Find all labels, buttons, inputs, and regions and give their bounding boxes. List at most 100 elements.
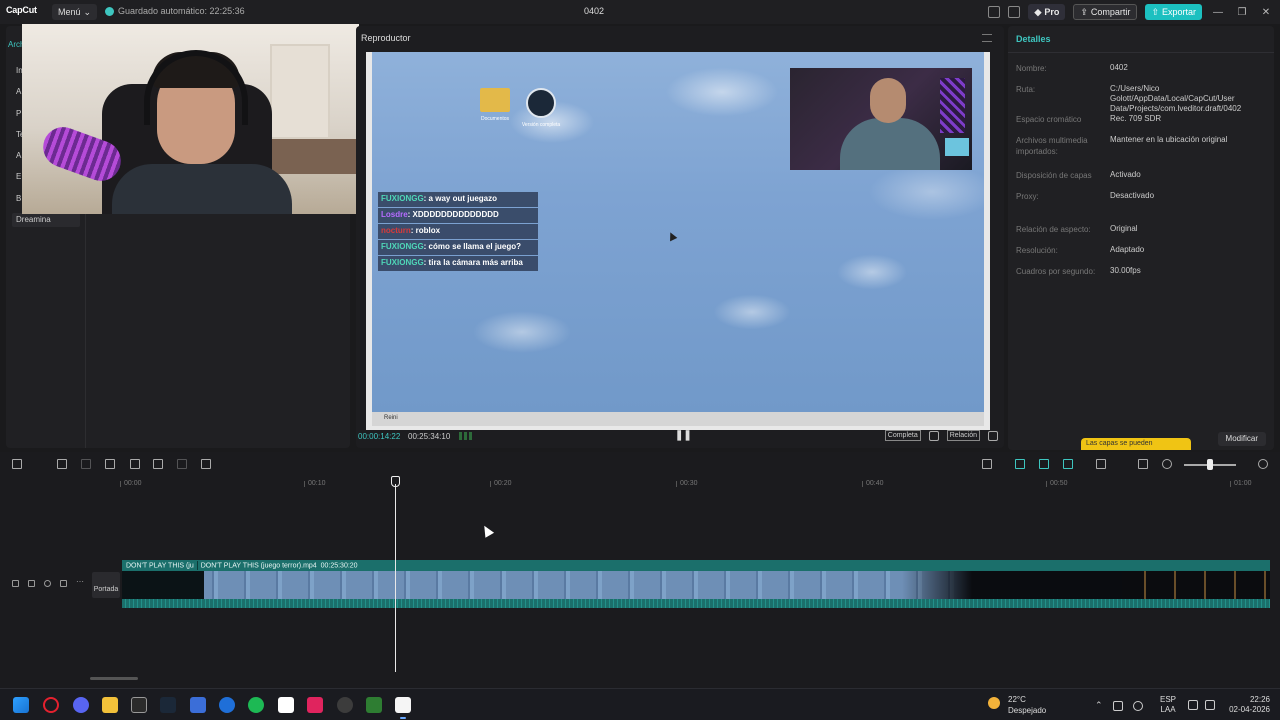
network-tray-icon[interactable] xyxy=(1132,700,1143,711)
track-expand-icon[interactable] xyxy=(12,580,19,587)
timecode-grid-icon[interactable] xyxy=(459,432,473,440)
auto-snap-icon[interactable] xyxy=(1039,459,1049,469)
chevron-up-icon[interactable]: ⌃ xyxy=(1095,700,1103,711)
nav-item-7[interactable]: B xyxy=(16,194,21,203)
system-tray: ⌃ xyxy=(1095,700,1143,711)
audio-waveform[interactable] xyxy=(122,599,1270,608)
details-title: Detalles xyxy=(1016,34,1051,44)
zoom-in-icon[interactable] xyxy=(1258,459,1268,469)
video-clip-thumbnails[interactable] xyxy=(122,571,1270,599)
chat-text: : a way out juegazo xyxy=(423,194,498,203)
shortcuts-icon[interactable] xyxy=(1008,6,1021,18)
weather-widget[interactable]: 22°C Despejado xyxy=(988,694,1046,716)
detail-value: Mantener en la ubicación original xyxy=(1110,135,1228,144)
chrome-icon[interactable] xyxy=(337,697,353,713)
nav-item-dreamina[interactable]: Dreamina xyxy=(12,213,80,227)
aspect-ratio-button[interactable]: Relación xyxy=(946,430,980,441)
minimize-icon[interactable]: — xyxy=(1210,7,1226,18)
wifi-icon[interactable] xyxy=(1188,700,1198,710)
lang-top: ESP xyxy=(1160,695,1177,704)
detail-label: Ruta: xyxy=(1016,85,1036,94)
discord-icon[interactable] xyxy=(73,697,89,713)
export-button[interactable]: ⇧ Exportar xyxy=(1145,4,1202,20)
chat-message: FUXIONGG: a way out juegazo xyxy=(378,192,538,207)
windows-start-icon[interactable] xyxy=(13,697,29,713)
cover-button[interactable]: Portada xyxy=(92,572,120,598)
shield-icon[interactable] xyxy=(201,459,211,469)
facecam-face xyxy=(870,78,906,123)
nav-item-3[interactable]: P xyxy=(16,109,21,118)
split-icon[interactable] xyxy=(105,459,115,469)
snapshot-icon[interactable] xyxy=(928,430,939,441)
eye-icon[interactable] xyxy=(44,580,51,587)
close-icon[interactable]: ✕ xyxy=(1258,7,1274,18)
nav-item-2[interactable]: A xyxy=(16,87,21,96)
zoom-out-icon[interactable] xyxy=(1162,459,1172,469)
volume-icon[interactable] xyxy=(60,580,67,587)
video-preview[interactable]: Documentos Versión completa FUXIONGG: a … xyxy=(366,52,990,430)
tiktok-icon[interactable] xyxy=(307,697,323,713)
player-panel: Reproductor Documentos Versión completa … xyxy=(356,26,1004,448)
modify-button[interactable]: Modificar xyxy=(1217,432,1266,446)
lock-icon[interactable] xyxy=(28,580,35,587)
app-logo: CapCut xyxy=(6,5,37,15)
detail-label: Nombre: xyxy=(1016,64,1047,73)
chevron-down-icon: ⌄ xyxy=(83,6,92,17)
chat-user: FUXIONGG xyxy=(381,242,424,251)
capcut-secondary-icon[interactable] xyxy=(278,697,294,713)
pro-button[interactable]: ◆ Pro xyxy=(1028,4,1066,20)
capcut-icon[interactable] xyxy=(395,697,411,719)
input-language[interactable]: ESP LAA xyxy=(1160,695,1176,715)
full-quality-button[interactable]: Completa xyxy=(884,430,921,441)
undo-icon[interactable] xyxy=(57,459,67,469)
steam-taskbar-icon[interactable] xyxy=(160,697,176,713)
hamburger-icon[interactable] xyxy=(982,34,992,42)
spotify-icon[interactable] xyxy=(248,697,264,713)
moon-icon xyxy=(988,697,1000,709)
video-clip-header[interactable]: DON'T PLAY THIS (ju DON'T PLAY THIS (jueg… xyxy=(122,560,1270,571)
select-tool-icon[interactable] xyxy=(12,459,22,469)
detail-label: Proxy: xyxy=(1016,192,1039,201)
edge-icon[interactable] xyxy=(219,697,235,713)
nav-item-6[interactable]: E xyxy=(16,172,21,181)
opera-icon[interactable] xyxy=(43,697,59,713)
fullscreen-icon[interactable] xyxy=(988,430,998,441)
restore-icon[interactable]: ❐ xyxy=(1234,7,1250,18)
detail-value: Original xyxy=(1110,224,1138,233)
mic-tray-icon[interactable] xyxy=(1112,700,1123,711)
microphone-record-icon[interactable] xyxy=(982,459,992,469)
menu-button[interactable]: Menú ⌄ xyxy=(52,4,98,20)
file-explorer-icon[interactable] xyxy=(102,697,118,713)
trim-right-icon[interactable] xyxy=(153,459,163,469)
horizontal-scrollbar[interactable] xyxy=(90,677,138,680)
roblox-icon[interactable] xyxy=(190,697,206,713)
system-clock[interactable]: 22:26 02-04-2026 xyxy=(1222,695,1270,715)
preview-axis-icon[interactable] xyxy=(1096,459,1106,469)
layout-icon[interactable] xyxy=(988,6,1001,18)
xbox-icon[interactable] xyxy=(366,697,382,713)
pause-button[interactable]: ❚❚ xyxy=(675,430,692,441)
time-ruler[interactable]: 00:00 00:10 00:20 00:30 00:40 00:50 01:0… xyxy=(90,476,1280,492)
speaker-icon[interactable] xyxy=(1205,700,1215,710)
detail-value: Activado xyxy=(1110,170,1141,179)
link-icon[interactable] xyxy=(1063,459,1073,469)
share-button[interactable]: ⇪ Compartir xyxy=(1073,4,1138,20)
clip-duration: 00:25:30:20 xyxy=(320,562,358,570)
more-icon[interactable]: ⋯ xyxy=(76,577,84,586)
layers-tooltip[interactable]: Las capas se pueden xyxy=(1081,438,1191,450)
share-icon: ⇪ xyxy=(1080,6,1088,17)
playhead-line[interactable] xyxy=(395,484,396,672)
epic-games-icon[interactable] xyxy=(131,697,147,713)
nav-item-5[interactable]: A xyxy=(16,151,21,160)
caption-icon[interactable] xyxy=(1138,459,1148,469)
redo-icon[interactable] xyxy=(81,459,91,469)
main-track-magnet-icon[interactable] xyxy=(1015,459,1025,469)
preview-taskbar: Reini xyxy=(372,412,984,426)
ruler-tick: 00:10 xyxy=(304,480,326,487)
delete-icon[interactable] xyxy=(177,459,187,469)
detail-value: 30.00fps xyxy=(1110,266,1141,275)
trim-left-icon[interactable] xyxy=(130,459,140,469)
pro-label: Pro xyxy=(1044,7,1060,17)
facecam-monitor xyxy=(945,138,969,156)
zoom-slider-handle[interactable] xyxy=(1207,459,1213,470)
